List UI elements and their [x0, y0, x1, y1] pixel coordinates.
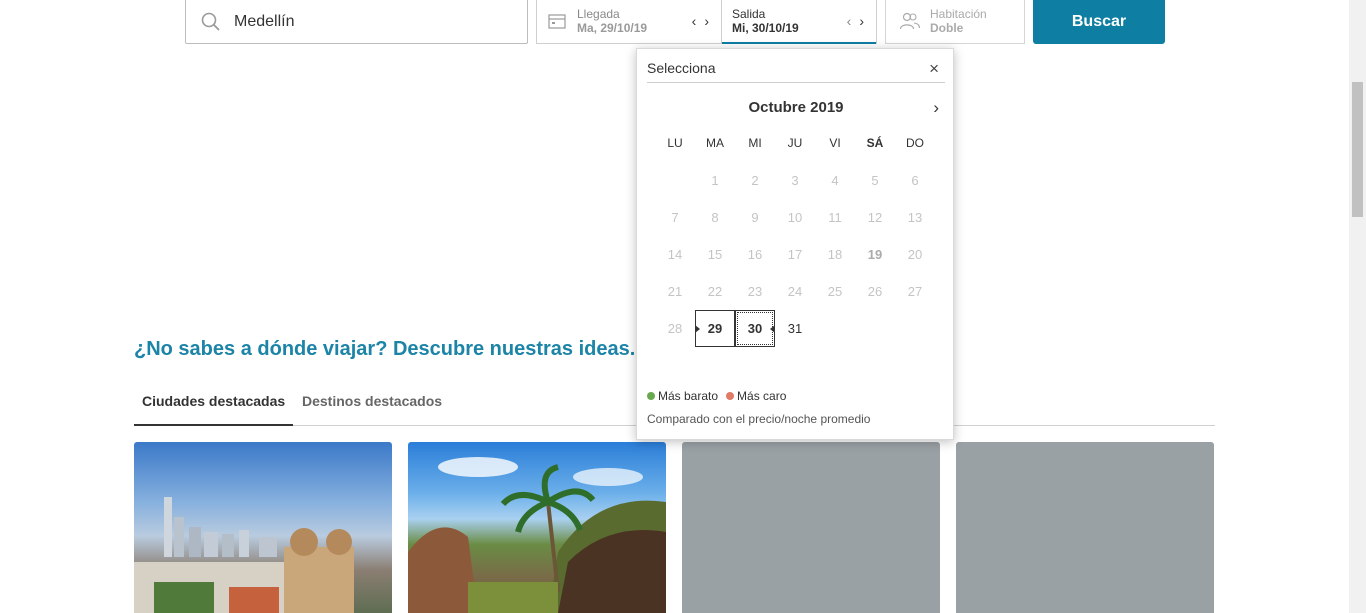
calendar-day-checkin[interactable]: 29 — [695, 310, 735, 347]
weekday-label: LU — [667, 136, 683, 150]
weekday-label: JU — [787, 136, 803, 150]
calendar-day: 11 — [828, 210, 842, 225]
calendar-day: 7 — [671, 210, 679, 225]
calendar-day: 18 — [827, 247, 843, 262]
checkin-arrows: ‹ › — [692, 13, 709, 29]
destination-card-image[interactable] — [408, 442, 666, 613]
calendar-day: 20 — [907, 247, 923, 262]
calendar-day: 8 — [711, 210, 719, 225]
calendar-day: 22 — [707, 284, 723, 299]
calendar-day: 27 — [907, 284, 923, 299]
calendar-day: 10 — [787, 210, 803, 225]
calendar-day: 17 — [787, 247, 803, 262]
search-button[interactable]: Buscar — [1033, 0, 1165, 44]
calendar-day: 21 — [667, 284, 683, 299]
calendar-day: 26 — [867, 284, 883, 299]
weekday-label: MI — [748, 136, 762, 150]
weekday-label: VI — [829, 136, 841, 150]
destination-input[interactable]: Medellín — [185, 0, 528, 44]
calendar-day — [815, 310, 855, 347]
room-label: Habitación — [930, 7, 987, 21]
weekday-header: LU MA MI JU VI SÁ DO — [655, 136, 935, 150]
calendar-day: 15 — [707, 247, 723, 262]
calendar-day: 13 — [907, 210, 923, 225]
discover-headline: ¿No sabes a dónde viajar? Descubre nuest… — [134, 338, 636, 360]
calendar-day: 12 — [867, 210, 883, 225]
calendar-week: 7 8 9 10 11 12 13 — [655, 199, 935, 236]
search-icon — [201, 12, 220, 31]
city-skyline-image — [134, 497, 354, 613]
calendar-day: 16 — [747, 247, 763, 262]
popup-header: Selecciona × — [647, 60, 945, 83]
date-picker-popup: Selecciona × Octubre 2019 › LU MA MI JU VI SÁ… — [636, 48, 954, 440]
checkin-field[interactable]: Llegada Ma, 29/10/19 ‹ › — [537, 0, 721, 43]
calendar-day: 5 — [871, 173, 879, 188]
weekday-label: DO — [906, 136, 924, 150]
checkin-next-arrow-icon[interactable]: › — [704, 13, 709, 29]
destination-card-placeholder[interactable] — [956, 442, 1214, 613]
calendar-week: 1 2 3 4 5 6 — [655, 162, 935, 199]
destination-value: Medellín — [234, 12, 295, 30]
cheap-dot-icon — [647, 392, 655, 400]
expensive-dot-icon — [726, 392, 735, 400]
popup-title: Selecciona — [647, 60, 716, 76]
price-legend: Más barato Más caro — [647, 389, 786, 403]
scrollbar[interactable] — [1349, 0, 1366, 613]
calendar-day: 14 — [667, 247, 683, 262]
weekday-label: SÁ — [866, 136, 884, 150]
calendar-day — [895, 310, 935, 347]
close-icon[interactable]: × — [929, 60, 939, 78]
room-value: Doble — [930, 21, 964, 35]
scrollbar-thumb[interactable] — [1352, 82, 1363, 217]
calendar-day: 19 — [867, 247, 883, 262]
calendar-day: 9 — [751, 210, 759, 225]
calendar-day: 24 — [787, 284, 803, 299]
legend-expensive: Más caro — [726, 389, 786, 403]
calendar-week: 21 22 23 24 25 26 27 — [655, 273, 935, 310]
checkout-arrows: ‹ › — [847, 13, 864, 29]
guests-icon — [899, 12, 921, 30]
checkin-prev-arrow-icon[interactable]: ‹ — [692, 13, 697, 29]
weekday-label: MA — [706, 136, 724, 150]
tab-featured-cities[interactable]: Ciudades destacadas — [134, 393, 294, 426]
calendar-day — [655, 162, 695, 199]
calendar-week: 14 15 16 17 18 19 20 — [655, 236, 935, 273]
calendar-day: 4 — [831, 173, 839, 188]
checkout-field[interactable]: Salida Mi, 30/10/19 ‹ › — [721, 0, 876, 44]
calendar-day: 1 — [711, 173, 719, 188]
calendar-day: 25 — [827, 284, 843, 299]
calendar-day-checkout[interactable]: 30 — [735, 310, 775, 347]
calendar-grid: 1 2 3 4 5 6 7 8 9 10 11 12 13 14 15 16 17 18 19 20 21 22 23 24 2… — [655, 162, 935, 347]
destination-card-image[interactable] — [134, 442, 392, 613]
calendar-icon — [548, 14, 566, 29]
price-note: Comparado con el precio/noche promedio — [647, 412, 871, 426]
tab-featured-destinations[interactable]: Destinos destacados — [294, 393, 450, 426]
room-field[interactable]: Habitación Doble — [885, 0, 1025, 44]
checkout-prev-arrow-icon[interactable]: ‹ — [847, 13, 852, 29]
destination-card-placeholder[interactable] — [682, 442, 940, 613]
calendar-day: 6 — [911, 173, 919, 188]
calendar-day: 23 — [747, 284, 763, 299]
date-picker-field: Llegada Ma, 29/10/19 ‹ › Salida Mi, 30/1… — [536, 0, 877, 44]
month-title: Octubre 2019 — [748, 99, 844, 116]
calendar-week: 28 29 30 31 — [655, 310, 935, 347]
calendar-day: 28 — [667, 321, 683, 336]
legend-cheap: Más barato — [647, 389, 718, 403]
checkout-next-arrow-icon[interactable]: › — [859, 13, 864, 29]
beach-palm-image — [408, 457, 666, 613]
calendar-day: 3 — [791, 173, 799, 188]
calendar-day — [855, 310, 895, 347]
page: Medellín Llegada Ma, 29/10/19 ‹ › Salida… — [0, 0, 1366, 613]
calendar-day: 2 — [751, 173, 759, 188]
next-month-icon[interactable]: › — [933, 98, 939, 118]
calendar-day[interactable]: 31 — [775, 310, 815, 347]
